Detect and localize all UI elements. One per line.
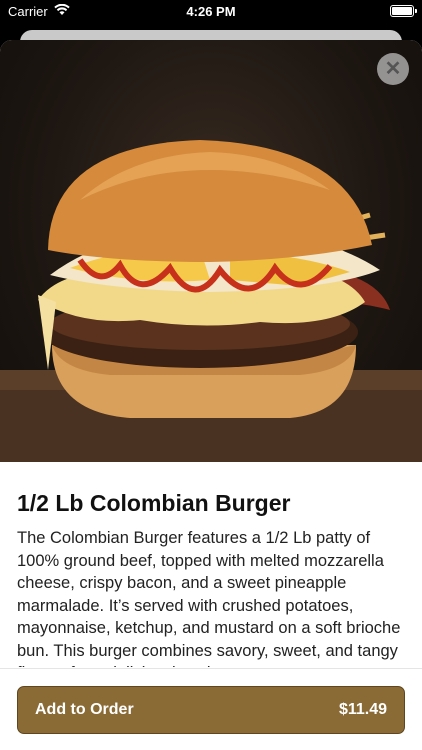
battery-icon <box>390 5 417 17</box>
status-bar: Carrier 4:26 PM <box>0 0 422 24</box>
add-to-order-label: Add to Order <box>35 701 134 718</box>
item-detail-sheet: ✕ 1/2 Lb Colombian Burger The Colombian … <box>0 40 422 750</box>
clock: 4:26 PM <box>186 4 236 19</box>
close-button[interactable]: ✕ <box>377 53 409 85</box>
item-description: The Colombian Burger features a 1/2 Lb p… <box>17 529 401 667</box>
item-price: $11.49 <box>338 701 387 718</box>
item-photo: ✕ <box>0 40 422 462</box>
item-title: 1/2 Lb Colombian Burger <box>17 490 291 516</box>
close-icon: ✕ <box>384 58 402 80</box>
add-to-order-button[interactable]: Add to Order $11.49 <box>17 686 405 734</box>
order-footer: Add to Order $11.49 <box>0 668 422 750</box>
